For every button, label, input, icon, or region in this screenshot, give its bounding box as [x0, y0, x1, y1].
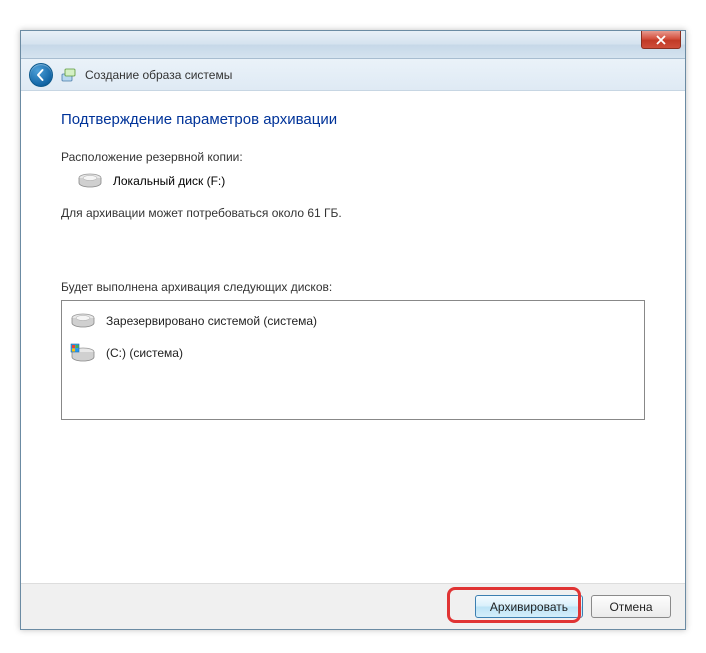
back-button[interactable] — [29, 63, 53, 87]
system-image-icon — [61, 67, 77, 83]
backup-location-value: Локальный диск (F:) — [113, 174, 225, 188]
wizard-window: Создание образа системы Подтверждение па… — [20, 30, 686, 630]
cancel-button[interactable]: Отмена — [591, 595, 671, 618]
arrow-left-icon — [34, 68, 48, 82]
page-heading: Подтверждение параметров архивации — [61, 111, 645, 128]
close-button[interactable] — [641, 31, 681, 49]
size-estimate-text: Для архивации может потребоваться около … — [61, 206, 645, 220]
disk-name: Зарезервировано системой (система) — [106, 314, 317, 328]
backup-location-row: Локальный диск (F:) — [77, 172, 645, 190]
system-drive-icon — [70, 343, 96, 363]
disks-list: Зарезервировано системой (система) (C:) … — [61, 300, 645, 420]
disk-name: (C:) (система) — [106, 346, 183, 360]
disk-row: (C:) (система) — [66, 337, 640, 369]
hard-drive-icon — [77, 172, 103, 190]
content-area: Подтверждение параметров архивации Распо… — [21, 91, 685, 420]
backup-location-label: Расположение резервной копии: — [61, 150, 645, 164]
titlebar — [21, 31, 685, 59]
archive-button[interactable]: Архивировать — [475, 595, 583, 618]
hard-drive-icon — [70, 311, 96, 331]
window-title: Создание образа системы — [85, 68, 232, 82]
disks-to-backup-label: Будет выполнена архивация следующих диск… — [61, 280, 645, 294]
close-icon — [656, 35, 666, 45]
disk-row: Зарезервировано системой (система) — [66, 305, 640, 337]
header-bar: Создание образа системы — [21, 59, 685, 91]
footer-bar: Архивировать Отмена — [21, 583, 685, 629]
